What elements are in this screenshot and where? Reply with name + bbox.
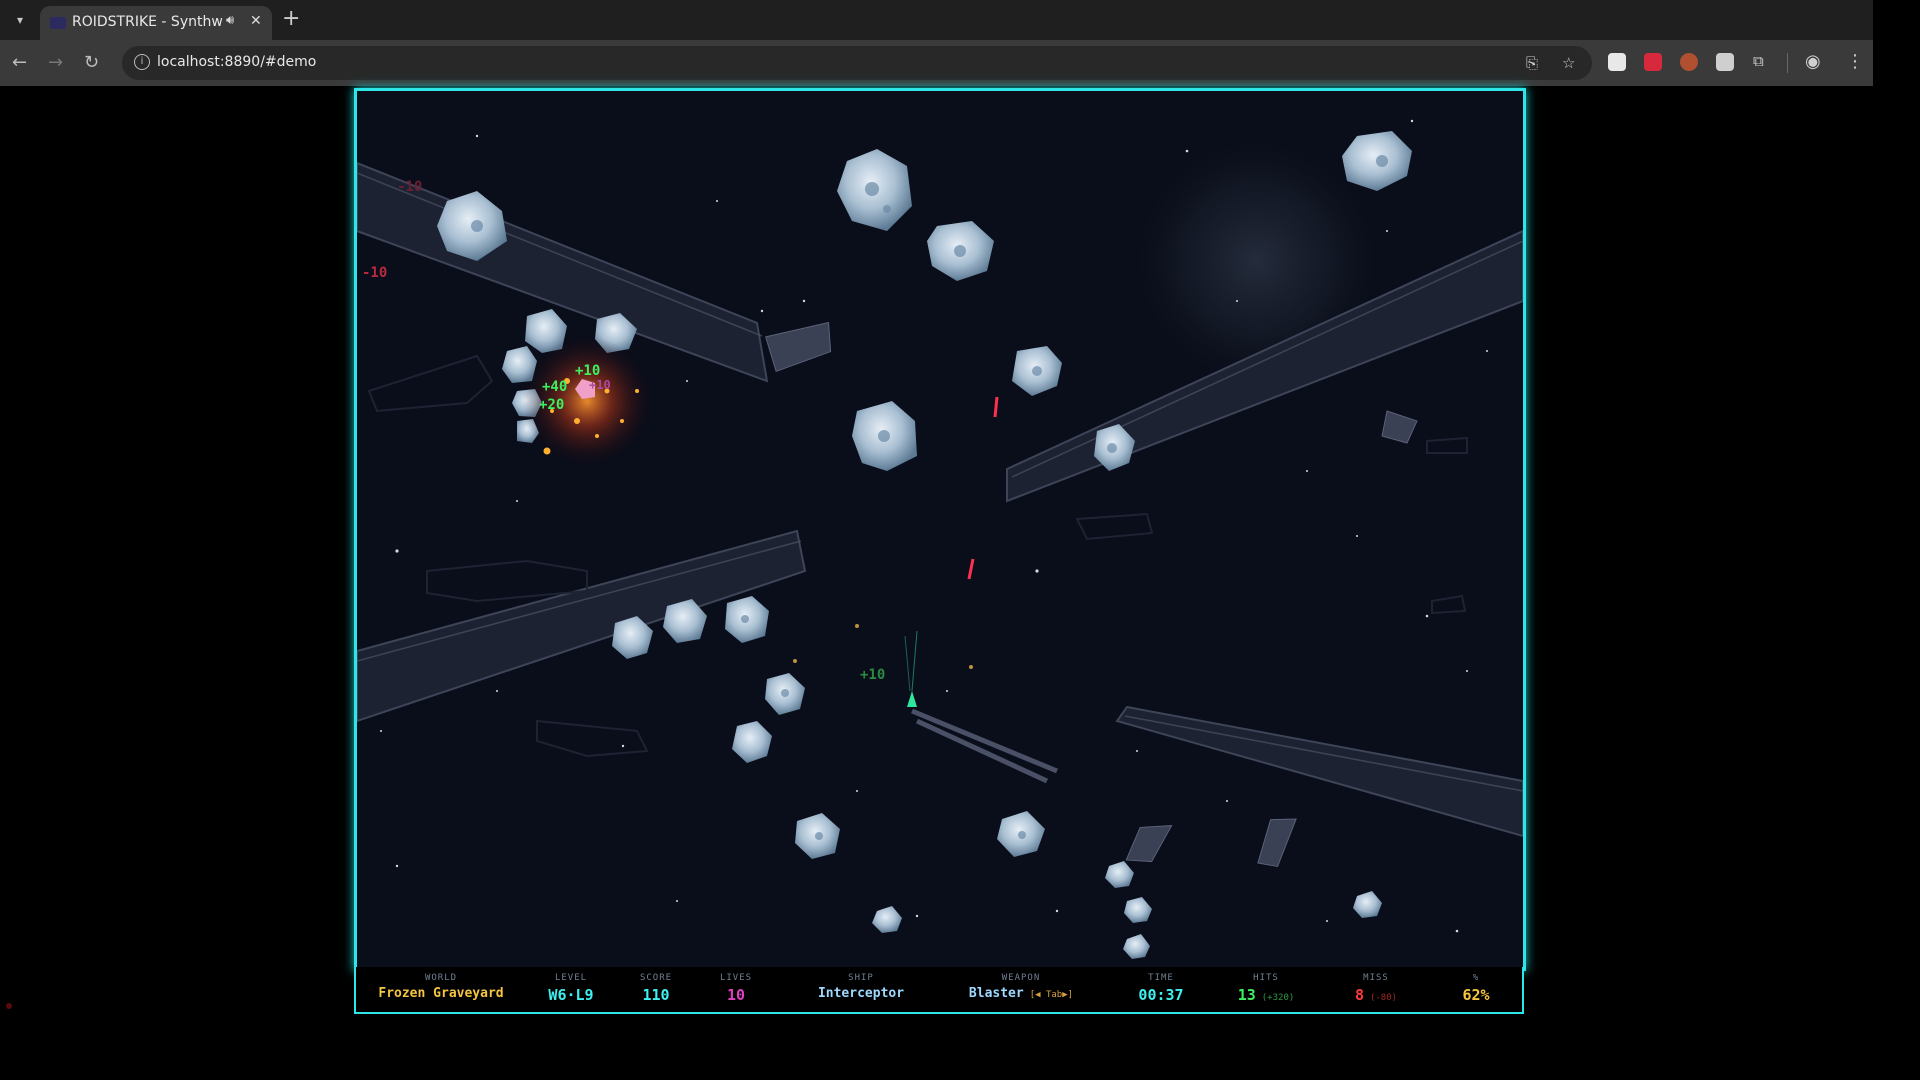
hud-time: TIME 00:37 <box>1121 967 1201 1012</box>
menu-kebab-icon[interactable]: ⋮ <box>1846 51 1864 72</box>
hud-hits-count: 13 <box>1237 986 1256 1004</box>
tab-search-chevron-icon[interactable]: ▾ <box>8 8 32 32</box>
extension-icon-2[interactable] <box>1644 53 1662 71</box>
game-canvas[interactable]: -10 -10 +10 +40 +20 +10 +10 <box>354 88 1526 971</box>
small-sparks <box>793 624 973 669</box>
debris <box>765 321 1418 868</box>
gain-text-ship: +10 <box>860 667 885 683</box>
game-hud: WORLD Frozen Graveyard LEVEL W6·L9 SCORE… <box>354 967 1524 1014</box>
hud-world-value: Frozen Graveyard <box>378 986 504 1001</box>
hud-lives-label: LIVES <box>719 973 753 983</box>
enemy-laser-1 <box>993 396 999 418</box>
extension-icon-3[interactable] <box>1680 53 1698 71</box>
back-arrow-icon[interactable]: ← <box>12 52 27 73</box>
site-info-icon[interactable]: i <box>134 54 150 70</box>
address-bar[interactable]: i localhost:8890/#demo ⎘ ☆ <box>122 46 1592 80</box>
new-tab-plus-icon[interactable]: + <box>282 6 300 32</box>
hud-lives-value: 10 <box>726 986 746 1004</box>
tab-close-icon[interactable]: ✕ <box>250 13 262 29</box>
extensions-puzzle-icon[interactable]: ⧉ <box>1753 52 1764 70</box>
hud-miss-count: 8 <box>1354 986 1364 1004</box>
toolbar-divider <box>1787 53 1788 73</box>
penalty-text: -10 <box>362 265 387 281</box>
tab-audio-icon[interactable]: 🔊︎ <box>226 13 234 28</box>
hud-hits-bonus: (+320) <box>1261 993 1295 1003</box>
hud-ship-label: SHIP <box>848 973 874 983</box>
extension-icon-1[interactable] <box>1608 53 1626 71</box>
enemy-laser-2 <box>967 558 975 580</box>
gain-text-d: +10 <box>589 378 611 392</box>
hud-hits: HITS 13 (+320) <box>1216 967 1316 1012</box>
hud-world-label: WORLD <box>424 973 458 983</box>
hud-ship-value: Interceptor <box>817 986 905 1001</box>
hud-lives: LIVES 10 <box>701 967 771 1012</box>
profile-avatar-icon[interactable]: ◉ <box>1805 51 1821 72</box>
tab-favicon-icon <box>50 17 66 29</box>
gain-text-a: +10 <box>575 363 600 379</box>
hud-level-label: LEVEL <box>554 973 588 983</box>
hud-time-value: 00:37 <box>1138 986 1184 1004</box>
penalty-text-faded: -10 <box>397 179 422 195</box>
forward-arrow-icon[interactable]: → <box>48 52 63 73</box>
hud-score: SCORE 110 <box>621 967 691 1012</box>
bookmark-star-icon[interactable]: ☆ <box>1562 54 1575 72</box>
install-app-icon[interactable]: ⎘ <box>1526 54 1538 72</box>
hud-accuracy: % 62% <box>1446 967 1506 1012</box>
gain-text-c: +20 <box>539 397 564 413</box>
browser-tab-strip: ▾ ROIDSTRIKE - Synthw 🔊︎ ✕ + <box>0 0 1873 40</box>
hud-accuracy-label: % <box>1472 973 1480 983</box>
hud-weapon-switch-hint[interactable]: [◀ Tab▶] <box>1030 990 1073 1000</box>
reload-icon[interactable]: ↻ <box>84 52 99 73</box>
camera-extension-icon[interactable] <box>1716 53 1734 71</box>
corner-indicator-dot <box>6 1003 12 1009</box>
hud-miss-penalty: (-80) <box>1369 993 1398 1003</box>
hud-hits-label: HITS <box>1253 973 1279 983</box>
hud-world: WORLD Frozen Graveyard <box>366 967 516 1012</box>
hud-ship: SHIP Interceptor <box>796 967 926 1012</box>
hud-accuracy-value: 62% <box>1462 986 1490 1004</box>
hud-level-value: W6·L9 <box>548 986 594 1004</box>
hud-hits-value: 13 (+320) <box>1216 986 1316 1004</box>
hud-weapon[interactable]: WEAPON Blaster [◀ Tab▶] <box>941 967 1101 1012</box>
hud-score-value: 110 <box>642 986 670 1004</box>
address-url[interactable]: localhost:8890/#demo <box>157 54 316 70</box>
hud-score-label: SCORE <box>639 973 673 983</box>
hud-time-label: TIME <box>1148 973 1174 983</box>
gain-text-b: +40 <box>542 379 567 395</box>
game-scene: -10 -10 +10 +40 +20 +10 +10 <box>357 119 1523 959</box>
hud-weapon-name: Blaster <box>968 986 1024 1001</box>
hud-weapon-label: WEAPON <box>1001 973 1041 983</box>
hud-level: LEVEL W6·L9 <box>531 967 611 1012</box>
browser-toolbar: ← → ↻ i localhost:8890/#demo ⎘ ☆ ⧉ ◉ ⋮ <box>0 40 1873 86</box>
hud-miss-value: 8 (-80) <box>1326 986 1426 1004</box>
hud-weapon-value: Blaster [◀ Tab▶] <box>941 986 1101 1001</box>
hud-miss: MISS 8 (-80) <box>1326 967 1426 1012</box>
player-ship <box>904 630 1058 784</box>
browser-tab[interactable]: ROIDSTRIKE - Synthw 🔊︎ ✕ <box>40 6 272 40</box>
hud-miss-label: MISS <box>1363 973 1389 983</box>
